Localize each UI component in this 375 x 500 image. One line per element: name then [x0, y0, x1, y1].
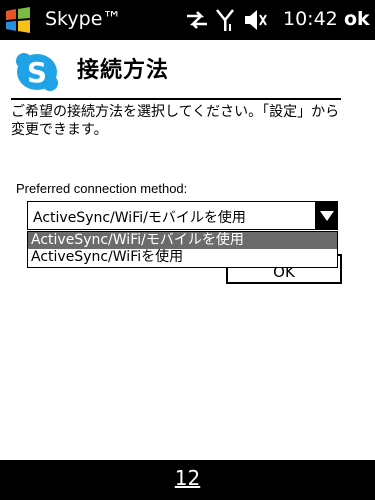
ok-softkey[interactable]: ok [344, 8, 370, 30]
softkey-center[interactable]: 12 [0, 466, 375, 490]
signal-icon [216, 9, 234, 31]
skype-logo-icon: S [16, 53, 58, 91]
windows-start-icon[interactable] [4, 7, 32, 33]
connection-method-select[interactable]: ActiveSync/WiFi/モバイルを使用 [27, 201, 338, 230]
bottom-bar: 12 [0, 460, 375, 500]
svg-text:S: S [27, 56, 47, 89]
sync-arrows-icon [187, 11, 207, 29]
speaker-muted-icon [245, 10, 267, 30]
connection-method-label: Preferred connection method: [16, 181, 188, 196]
instructions-text: ご希望の接続方法を選択してください。「設定」から変更できます。 [11, 98, 341, 139]
status-bar: Skype™ 10:42 ok [0, 0, 375, 40]
dropdown-arrow[interactable] [315, 202, 337, 229]
status-icons [185, 8, 269, 32]
dropdown-list: ActiveSync/WiFi/モバイルを使用 ActiveSync/WiFiを… [27, 231, 338, 268]
clock: 10:42 [283, 8, 338, 30]
page-title: 接続方法 [77, 58, 170, 83]
dropdown-option-mobile[interactable]: ActiveSync/WiFi/モバイルを使用 [28, 232, 337, 249]
select-value: ActiveSync/WiFi/モバイルを使用 [33, 210, 246, 226]
chevron-down-icon [320, 211, 334, 221]
app-title: Skype™ [45, 8, 122, 30]
dropdown-option-wifi[interactable]: ActiveSync/WiFiを使用 [28, 249, 337, 266]
